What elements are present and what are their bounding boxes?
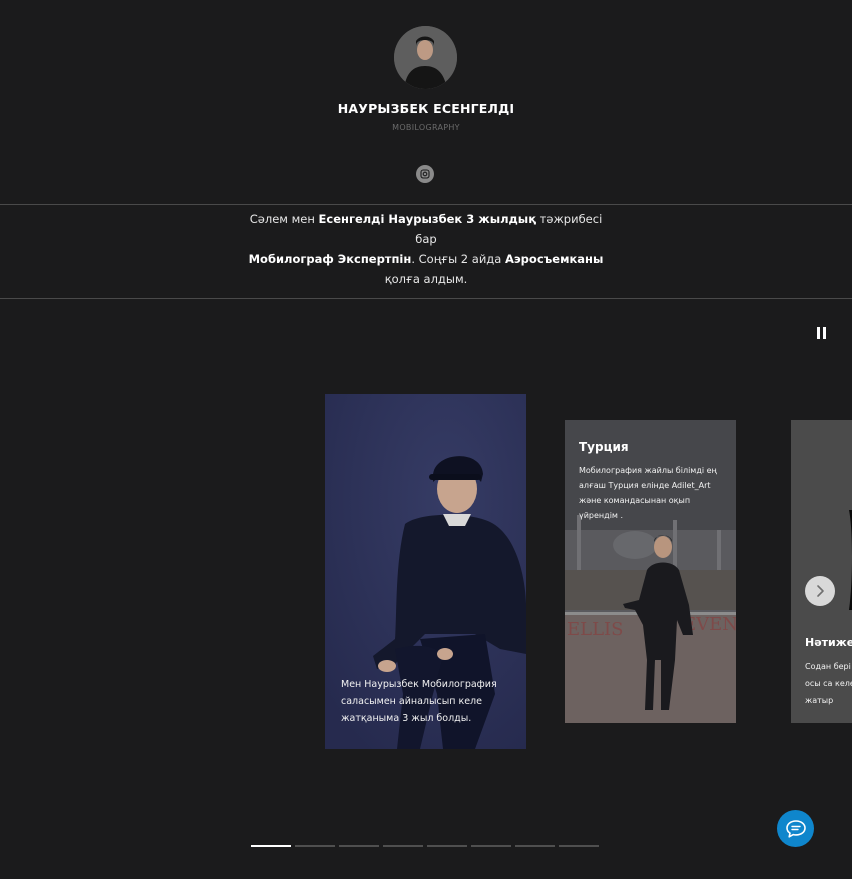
progress-segment[interactable] <box>515 845 555 847</box>
progress-segment[interactable] <box>559 845 599 847</box>
instagram-icon[interactable] <box>416 165 434 183</box>
profile-name: НАУРЫЗБЕК ЕСЕНГЕЛДІ <box>337 101 515 116</box>
progress-segment[interactable] <box>383 845 423 847</box>
bio-part: қолға алдым. <box>384 272 468 286</box>
progress-segment[interactable] <box>295 845 335 847</box>
chat-bubble-icon[interactable] <box>777 810 814 847</box>
avatar-photo <box>394 26 457 89</box>
bio-part-bold: Есенгелді Наурызбек 3 жылдық <box>318 212 537 226</box>
bio-part: . Соңғы 2 айда <box>411 252 505 266</box>
progress-segment[interactable] <box>251 845 291 847</box>
bio-part: Сәлем мен <box>249 212 319 226</box>
page: НАУРЫЗБЕК ЕСЕНГЕЛДІ MOBILOGRAPHY Сәлем м… <box>0 0 852 879</box>
slide-title: Турция <box>579 440 629 454</box>
pause-bar <box>816 327 820 339</box>
bio-text: Сәлем мен Есенгелді Наурызбек 3 жылдық т… <box>246 209 606 289</box>
chevron-right-glyph <box>817 585 824 597</box>
chat-glyph <box>785 819 806 838</box>
carousel-slide-2[interactable]: ELLIS EVEN Турция Мобилография жайлы біл… <box>565 420 736 723</box>
chevron-right-icon[interactable] <box>805 576 835 606</box>
slide-text: Мен Наурызбек Мобилография саласымен айн… <box>341 679 497 724</box>
slide-text: Содан бері енің, осы са келе жатыр <box>805 662 852 705</box>
instagram-glyph <box>420 169 430 179</box>
profile-role: MOBILOGRAPHY <box>392 123 460 132</box>
slide-title: Нәтижел <box>805 636 852 649</box>
carousel-progress <box>251 845 599 847</box>
avatar <box>394 26 457 89</box>
carousel-slide-3[interactable]: Нәтижел Содан бері енің, осы са келе жат… <box>791 420 852 723</box>
svg-text:ELLIS: ELLIS <box>567 619 624 640</box>
progress-segment[interactable] <box>339 845 379 847</box>
divider-bottom <box>0 298 852 299</box>
carousel-slide-1[interactable]: Мен Наурызбек Мобилография саласымен айн… <box>325 394 526 749</box>
pause-bar <box>822 327 826 339</box>
divider-top <box>0 204 852 205</box>
progress-segment[interactable] <box>427 845 467 847</box>
bio-part-bold: Мобилограф Экспертпін <box>248 252 412 266</box>
progress-segment[interactable] <box>471 845 511 847</box>
slide-text: Мобилография жайлы білімді ең алғаш Турц… <box>579 466 717 520</box>
pause-icon[interactable] <box>814 325 828 341</box>
bio-part-bold: Аэросъемканы <box>504 252 604 266</box>
